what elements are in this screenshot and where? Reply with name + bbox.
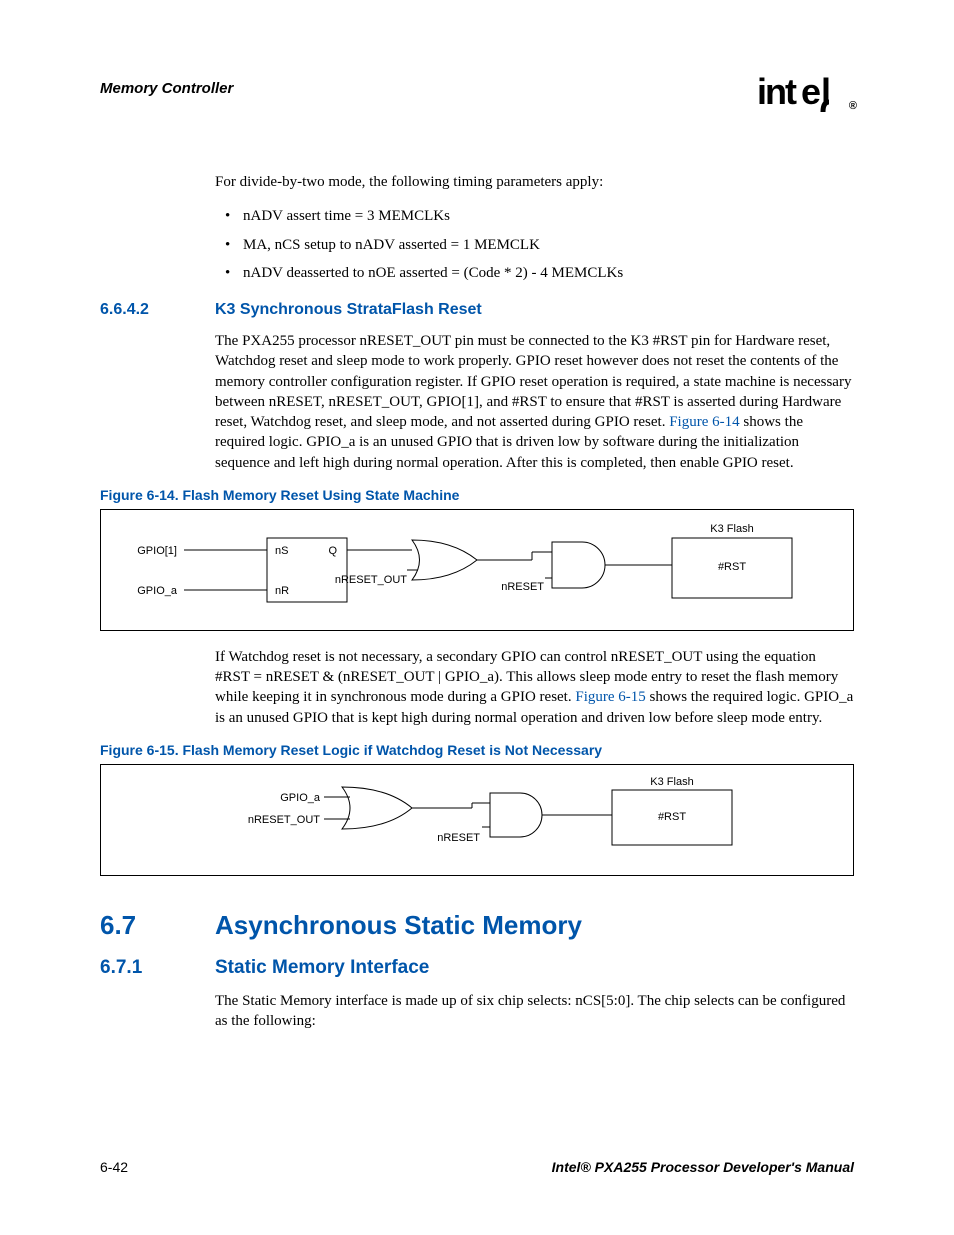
figure-xref[interactable]: Figure 6-15 (575, 689, 645, 705)
intro-para: For divide-by-two mode, the following ti… (215, 172, 854, 192)
svg-text:K3 Flash: K3 Flash (710, 523, 753, 535)
label-gpioa: GPIO_a (137, 585, 178, 597)
heading-text: Static Memory Interface (215, 957, 429, 979)
figure-xref[interactable]: Figure 6-14 (669, 414, 739, 430)
bullet-item: MA, nCS setup to nADV asserted = 1 MEMCL… (215, 235, 854, 255)
para-6642-1: The PXA255 processor nRESET_OUT pin must… (215, 331, 854, 473)
heading-number: 6.7 (100, 910, 215, 941)
timing-bullets: nADV assert time = 3 MEMCLKs MA, nCS set… (215, 206, 854, 283)
heading-text: Asynchronous Static Memory (215, 910, 582, 941)
bullet-item: nADV deasserted to nOE asserted = (Code … (215, 263, 854, 283)
svg-text:nS: nS (275, 545, 288, 557)
svg-text:nRESET: nRESET (501, 581, 544, 593)
section-running-head: Memory Controller (100, 80, 233, 97)
bullet-item: nADV assert time = 3 MEMCLKs (215, 206, 854, 226)
heading-6-7-1: 6.7.1 Static Memory Interface (100, 957, 854, 979)
figure-6-15-caption: Figure 6-15. Flash Memory Reset Logic if… (100, 742, 854, 758)
para-6642-2: If Watchdog reset is not necessary, a se… (215, 647, 854, 728)
svg-text:K3 Flash: K3 Flash (650, 776, 693, 788)
heading-number: 6.7.1 (100, 957, 215, 979)
page-number: 6-42 (100, 1159, 128, 1175)
para-671: The Static Memory interface is made up o… (215, 991, 854, 1032)
page-header: Memory Controller int e l ® (100, 80, 854, 122)
heading-6-7: 6.7 Asynchronous Static Memory (100, 910, 854, 941)
svg-text:int: int (757, 72, 797, 112)
svg-text:#RST: #RST (658, 811, 686, 823)
svg-text:nR: nR (275, 585, 289, 597)
svg-text:nRESET: nRESET (437, 832, 480, 844)
figure-6-15: GPIO_a nRESET_OUT nRESET K3 Flash #RST (100, 764, 854, 876)
registered-mark: ® (849, 100, 856, 112)
label-gpio1: GPIO[1] (137, 545, 177, 557)
svg-text:e: e (801, 72, 820, 112)
figure-6-14-caption: Figure 6-14. Flash Memory Reset Using St… (100, 487, 854, 503)
svg-text:#RST: #RST (718, 561, 746, 573)
doc-title-footer: Intel® PXA255 Processor Developer's Manu… (552, 1159, 854, 1175)
svg-text:Q: Q (328, 545, 337, 557)
heading-6-6-4-2: 6.6.4.2 K3 Synchronous StrataFlash Reset (100, 301, 854, 319)
heading-number: 6.6.4.2 (100, 301, 215, 319)
heading-text: K3 Synchronous StrataFlash Reset (215, 301, 482, 319)
page-footer: 6-42 Intel® PXA255 Processor Developer's… (100, 1159, 854, 1175)
svg-text:GPIO_a: GPIO_a (280, 792, 321, 804)
svg-text:nRESET_OUT: nRESET_OUT (248, 814, 320, 826)
svg-text:nRESET_OUT: nRESET_OUT (335, 574, 407, 586)
intel-logo: int e l ® (757, 72, 854, 114)
figure-6-14: GPIO[1] GPIO_a nS Q nR nRESET_OUT (100, 509, 854, 631)
